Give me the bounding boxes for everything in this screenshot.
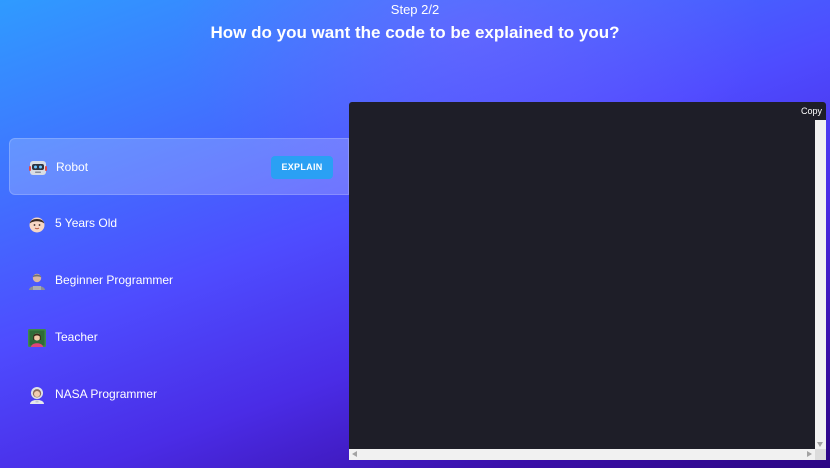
scroll-left-arrow-icon[interactable] — [352, 451, 357, 457]
option-label: NASA Programmer — [55, 387, 158, 401]
copy-button[interactable]: Copy — [801, 106, 822, 116]
option-5-years-old[interactable]: 5 Years Old — [9, 195, 349, 252]
vertical-scrollbar[interactable] — [815, 120, 826, 450]
option-robot[interactable]: Robot EXPLAIN — [9, 138, 349, 195]
step-indicator: Step 2/2 — [390, 2, 440, 17]
scroll-right-arrow-icon[interactable] — [807, 451, 812, 457]
code-output-panel[interactable]: Copy — [349, 102, 826, 460]
option-label: Robot — [56, 160, 89, 174]
astronaut-icon — [27, 385, 47, 405]
page-title: How do you want the code to be explained… — [210, 23, 620, 42]
scrollbar-corner — [815, 449, 826, 460]
robot-icon — [28, 158, 48, 178]
option-label: 5 Years Old — [55, 216, 118, 230]
option-label: Beginner Programmer — [55, 273, 174, 287]
option-label: Teacher — [55, 330, 98, 344]
scroll-down-arrow-icon[interactable] — [817, 442, 823, 447]
person-icon — [27, 271, 47, 291]
explanation-style-list: Robot EXPLAIN 5 Years Old Beginner Progr… — [9, 138, 349, 423]
teacher-icon — [27, 328, 47, 348]
child-face-icon — [27, 214, 47, 234]
explain-button[interactable]: EXPLAIN — [271, 156, 333, 179]
horizontal-scrollbar[interactable] — [349, 449, 815, 460]
option-teacher[interactable]: Teacher — [9, 309, 349, 366]
option-nasa-programmer[interactable]: NASA Programmer — [9, 366, 349, 423]
option-beginner-programmer[interactable]: Beginner Programmer — [9, 252, 349, 309]
